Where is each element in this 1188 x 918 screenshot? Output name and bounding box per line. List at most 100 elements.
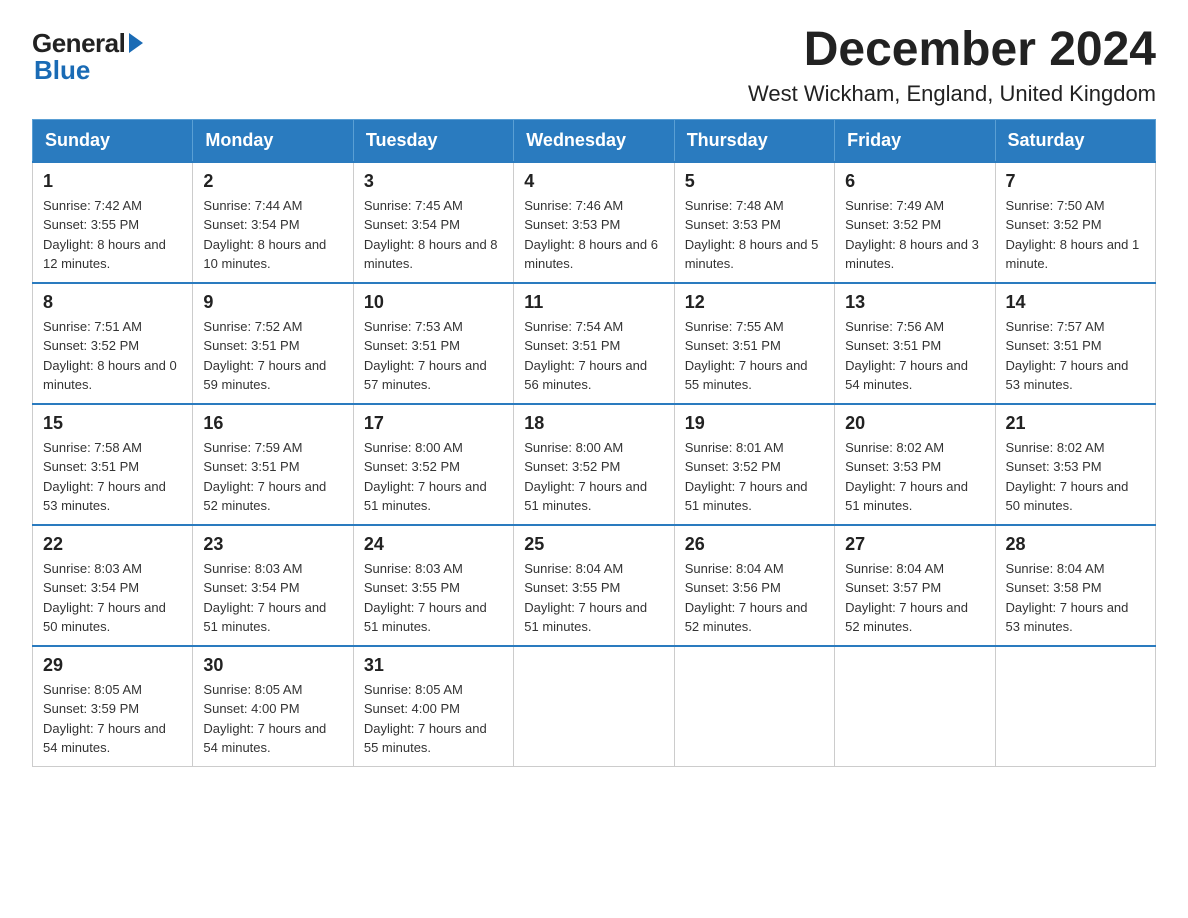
day-number: 19 xyxy=(685,413,824,434)
day-number: 29 xyxy=(43,655,182,676)
day-info: Sunrise: 7:48 AMSunset: 3:53 PMDaylight:… xyxy=(685,196,824,274)
day-number: 30 xyxy=(203,655,342,676)
day-info: Sunrise: 8:04 AMSunset: 3:58 PMDaylight:… xyxy=(1006,559,1145,637)
calendar-cell: 19Sunrise: 8:01 AMSunset: 3:52 PMDayligh… xyxy=(674,404,834,525)
calendar-cell xyxy=(674,646,834,767)
calendar-week-row: 29 Sunrise: 8:05 AMSunset: 3:59 PMDayligh… xyxy=(33,646,1156,767)
day-info: Sunrise: 8:03 AMSunset: 3:54 PMDaylight:… xyxy=(203,559,342,637)
calendar-header-tuesday: Tuesday xyxy=(353,119,513,162)
day-number: 28 xyxy=(1006,534,1145,555)
day-info: Sunrise: 7:42 AMSunset: 3:55 PMDaylight:… xyxy=(43,196,182,274)
day-number: 10 xyxy=(364,292,503,313)
calendar-cell: 20 Sunrise: 8:02 AMSunset: 3:53 PMDayligh… xyxy=(835,404,995,525)
day-info: Sunrise: 7:58 AMSunset: 3:51 PMDaylight:… xyxy=(43,438,182,516)
calendar-header-wednesday: Wednesday xyxy=(514,119,674,162)
day-number: 21 xyxy=(1006,413,1145,434)
day-number: 4 xyxy=(524,171,663,192)
calendar-week-row: 1 Sunrise: 7:42 AMSunset: 3:55 PMDaylight… xyxy=(33,162,1156,283)
calendar-cell: 1 Sunrise: 7:42 AMSunset: 3:55 PMDaylight… xyxy=(33,162,193,283)
day-info: Sunrise: 7:53 AMSunset: 3:51 PMDaylight:… xyxy=(364,317,503,395)
calendar-cell xyxy=(995,646,1155,767)
day-info: Sunrise: 7:51 AMSunset: 3:52 PMDaylight:… xyxy=(43,317,182,395)
calendar-cell: 26 Sunrise: 8:04 AMSunset: 3:56 PMDayligh… xyxy=(674,525,834,646)
calendar-cell: 30 Sunrise: 8:05 AMSunset: 4:00 PMDayligh… xyxy=(193,646,353,767)
calendar-cell: 10 Sunrise: 7:53 AMSunset: 3:51 PMDayligh… xyxy=(353,283,513,404)
day-info: Sunrise: 8:05 AMSunset: 3:59 PMDaylight:… xyxy=(43,680,182,758)
day-number: 2 xyxy=(203,171,342,192)
main-title: December 2024 xyxy=(748,24,1156,77)
calendar-cell: 31 Sunrise: 8:05 AMSunset: 4:00 PMDayligh… xyxy=(353,646,513,767)
day-number: 25 xyxy=(524,534,663,555)
calendar-cell: 14 Sunrise: 7:57 AMSunset: 3:51 PMDayligh… xyxy=(995,283,1155,404)
calendar-cell xyxy=(514,646,674,767)
calendar-cell: 24 Sunrise: 8:03 AMSunset: 3:55 PMDayligh… xyxy=(353,525,513,646)
day-number: 13 xyxy=(845,292,984,313)
calendar-cell: 11Sunrise: 7:54 AMSunset: 3:51 PMDayligh… xyxy=(514,283,674,404)
day-info: Sunrise: 8:02 AMSunset: 3:53 PMDaylight:… xyxy=(845,438,984,516)
day-number: 20 xyxy=(845,413,984,434)
day-number: 1 xyxy=(43,171,182,192)
day-number: 15 xyxy=(43,413,182,434)
day-number: 14 xyxy=(1006,292,1145,313)
day-info: Sunrise: 8:04 AMSunset: 3:57 PMDaylight:… xyxy=(845,559,984,637)
day-number: 16 xyxy=(203,413,342,434)
calendar-week-row: 22Sunrise: 8:03 AMSunset: 3:54 PMDayligh… xyxy=(33,525,1156,646)
calendar-header-monday: Monday xyxy=(193,119,353,162)
calendar-cell: 4 Sunrise: 7:46 AMSunset: 3:53 PMDaylight… xyxy=(514,162,674,283)
day-info: Sunrise: 7:55 AMSunset: 3:51 PMDaylight:… xyxy=(685,317,824,395)
calendar-cell: 16Sunrise: 7:59 AMSunset: 3:51 PMDayligh… xyxy=(193,404,353,525)
day-info: Sunrise: 8:03 AMSunset: 3:55 PMDaylight:… xyxy=(364,559,503,637)
day-number: 9 xyxy=(203,292,342,313)
day-number: 27 xyxy=(845,534,984,555)
day-number: 26 xyxy=(685,534,824,555)
day-number: 5 xyxy=(685,171,824,192)
day-info: Sunrise: 8:03 AMSunset: 3:54 PMDaylight:… xyxy=(43,559,182,637)
day-number: 31 xyxy=(364,655,503,676)
day-info: Sunrise: 8:05 AMSunset: 4:00 PMDaylight:… xyxy=(364,680,503,758)
day-info: Sunrise: 8:04 AMSunset: 3:56 PMDaylight:… xyxy=(685,559,824,637)
calendar-cell: 27 Sunrise: 8:04 AMSunset: 3:57 PMDayligh… xyxy=(835,525,995,646)
day-info: Sunrise: 7:46 AMSunset: 3:53 PMDaylight:… xyxy=(524,196,663,274)
day-info: Sunrise: 7:57 AMSunset: 3:51 PMDaylight:… xyxy=(1006,317,1145,395)
day-number: 23 xyxy=(203,534,342,555)
calendar-header-friday: Friday xyxy=(835,119,995,162)
day-number: 8 xyxy=(43,292,182,313)
day-number: 24 xyxy=(364,534,503,555)
calendar-cell: 29 Sunrise: 8:05 AMSunset: 3:59 PMDayligh… xyxy=(33,646,193,767)
day-number: 12 xyxy=(685,292,824,313)
day-number: 17 xyxy=(364,413,503,434)
day-info: Sunrise: 8:02 AMSunset: 3:53 PMDaylight:… xyxy=(1006,438,1145,516)
calendar-cell: 17 Sunrise: 8:00 AMSunset: 3:52 PMDayligh… xyxy=(353,404,513,525)
day-info: Sunrise: 7:45 AMSunset: 3:54 PMDaylight:… xyxy=(364,196,503,274)
calendar-header-thursday: Thursday xyxy=(674,119,834,162)
day-number: 6 xyxy=(845,171,984,192)
logo-arrow-icon xyxy=(129,33,143,53)
calendar-cell: 12 Sunrise: 7:55 AMSunset: 3:51 PMDayligh… xyxy=(674,283,834,404)
day-number: 7 xyxy=(1006,171,1145,192)
day-info: Sunrise: 8:05 AMSunset: 4:00 PMDaylight:… xyxy=(203,680,342,758)
day-info: Sunrise: 7:56 AMSunset: 3:51 PMDaylight:… xyxy=(845,317,984,395)
calendar-week-row: 15 Sunrise: 7:58 AMSunset: 3:51 PMDayligh… xyxy=(33,404,1156,525)
calendar-cell: 3 Sunrise: 7:45 AMSunset: 3:54 PMDaylight… xyxy=(353,162,513,283)
calendar-cell: 8 Sunrise: 7:51 AMSunset: 3:52 PMDaylight… xyxy=(33,283,193,404)
calendar-cell: 13 Sunrise: 7:56 AMSunset: 3:51 PMDayligh… xyxy=(835,283,995,404)
calendar-cell: 5 Sunrise: 7:48 AMSunset: 3:53 PMDaylight… xyxy=(674,162,834,283)
calendar-cell: 15 Sunrise: 7:58 AMSunset: 3:51 PMDayligh… xyxy=(33,404,193,525)
day-number: 3 xyxy=(364,171,503,192)
calendar-cell: 7 Sunrise: 7:50 AMSunset: 3:52 PMDaylight… xyxy=(995,162,1155,283)
subtitle: West Wickham, England, United Kingdom xyxy=(748,81,1156,107)
day-info: Sunrise: 7:49 AMSunset: 3:52 PMDaylight:… xyxy=(845,196,984,274)
calendar-cell: 21 Sunrise: 8:02 AMSunset: 3:53 PMDayligh… xyxy=(995,404,1155,525)
calendar-cell: 18Sunrise: 8:00 AMSunset: 3:52 PMDayligh… xyxy=(514,404,674,525)
day-info: Sunrise: 7:44 AMSunset: 3:54 PMDaylight:… xyxy=(203,196,342,274)
calendar-cell: 22Sunrise: 8:03 AMSunset: 3:54 PMDayligh… xyxy=(33,525,193,646)
day-info: Sunrise: 8:00 AMSunset: 3:52 PMDaylight:… xyxy=(524,438,663,516)
calendar-cell: 2 Sunrise: 7:44 AMSunset: 3:54 PMDaylight… xyxy=(193,162,353,283)
day-info: Sunrise: 8:00 AMSunset: 3:52 PMDaylight:… xyxy=(364,438,503,516)
day-number: 11 xyxy=(524,292,663,313)
calendar-cell: 28 Sunrise: 8:04 AMSunset: 3:58 PMDayligh… xyxy=(995,525,1155,646)
day-info: Sunrise: 7:50 AMSunset: 3:52 PMDaylight:… xyxy=(1006,196,1145,274)
calendar-cell: 25Sunrise: 8:04 AMSunset: 3:55 PMDayligh… xyxy=(514,525,674,646)
page-header: General Blue December 2024 West Wickham,… xyxy=(32,24,1156,107)
calendar-header-sunday: Sunday xyxy=(33,119,193,162)
